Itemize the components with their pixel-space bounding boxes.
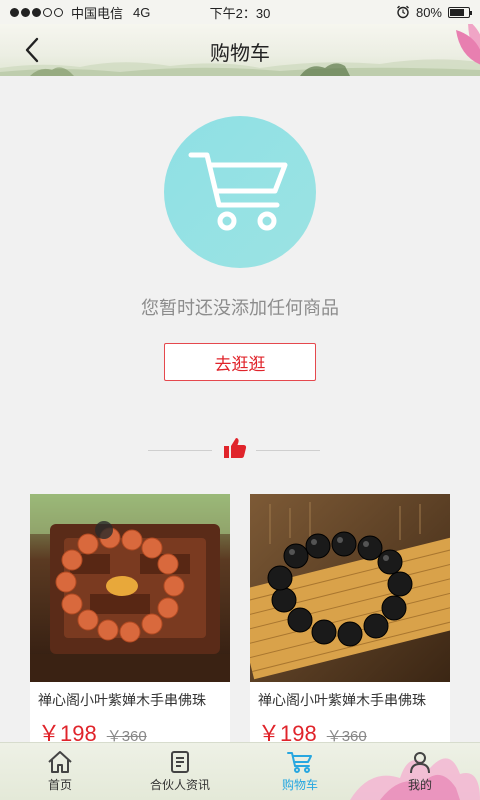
go-shopping-button[interactable]: 去逛逛	[164, 343, 316, 381]
product-price: ￥198	[38, 721, 97, 744]
product-name[interactable]: 禅心阁小叶紫婵木手串佛珠	[30, 682, 230, 710]
alarm-icon	[397, 5, 409, 19]
divider-right	[256, 450, 320, 451]
empty-cart-illustration	[164, 116, 316, 268]
page-title: 购物车	[210, 43, 270, 65]
signal-strength-icon	[10, 7, 63, 17]
nav-label: 我的	[407, 778, 432, 792]
empty-cart-message: 您暂时还没添加任何商品	[141, 298, 339, 318]
carrier-name: 中国电信	[71, 5, 124, 21]
status-time: 下午2：30	[209, 5, 271, 21]
battery-percent: 80%	[415, 4, 442, 20]
status-bar: 中国电信 4G 下午2：30 80%	[0, 0, 480, 24]
nav-label: 购物车	[281, 778, 318, 792]
nav-cart[interactable]: 购物车	[240, 743, 360, 800]
product-image[interactable]	[250, 494, 450, 682]
thumbs-up-icon	[224, 438, 247, 458]
product-image[interactable]	[30, 494, 230, 682]
document-icon	[171, 751, 189, 773]
cart-icon	[188, 152, 288, 231]
user-icon	[410, 752, 430, 774]
nav-label: 合伙人资讯	[149, 778, 210, 792]
lotus-decoration	[456, 24, 480, 65]
bottom-navigation: 首页 合伙人资讯 购物车 我的	[0, 742, 480, 800]
nav-label: 首页	[47, 778, 72, 792]
cart-icon	[287, 752, 312, 773]
nav-partner-news[interactable]: 合伙人资讯	[120, 743, 240, 800]
battery-icon	[448, 6, 472, 18]
network-type: 4G	[133, 4, 151, 20]
product-price: ￥198	[258, 721, 317, 744]
navigation-header: 购物车	[0, 24, 480, 76]
product-name[interactable]: 禅心阁小叶紫婵木手串佛珠	[250, 682, 450, 710]
home-icon	[48, 751, 72, 773]
nav-profile[interactable]: 我的	[360, 743, 480, 800]
product-card[interactable]: 禅心阁小叶紫婵木手串佛珠 ￥198 ￥360	[30, 494, 230, 744]
nav-home[interactable]: 首页	[0, 743, 120, 800]
product-card[interactable]: 禅心阁小叶紫婵木手串佛珠 ￥198 ￥360	[250, 494, 450, 744]
divider-left	[148, 450, 212, 451]
